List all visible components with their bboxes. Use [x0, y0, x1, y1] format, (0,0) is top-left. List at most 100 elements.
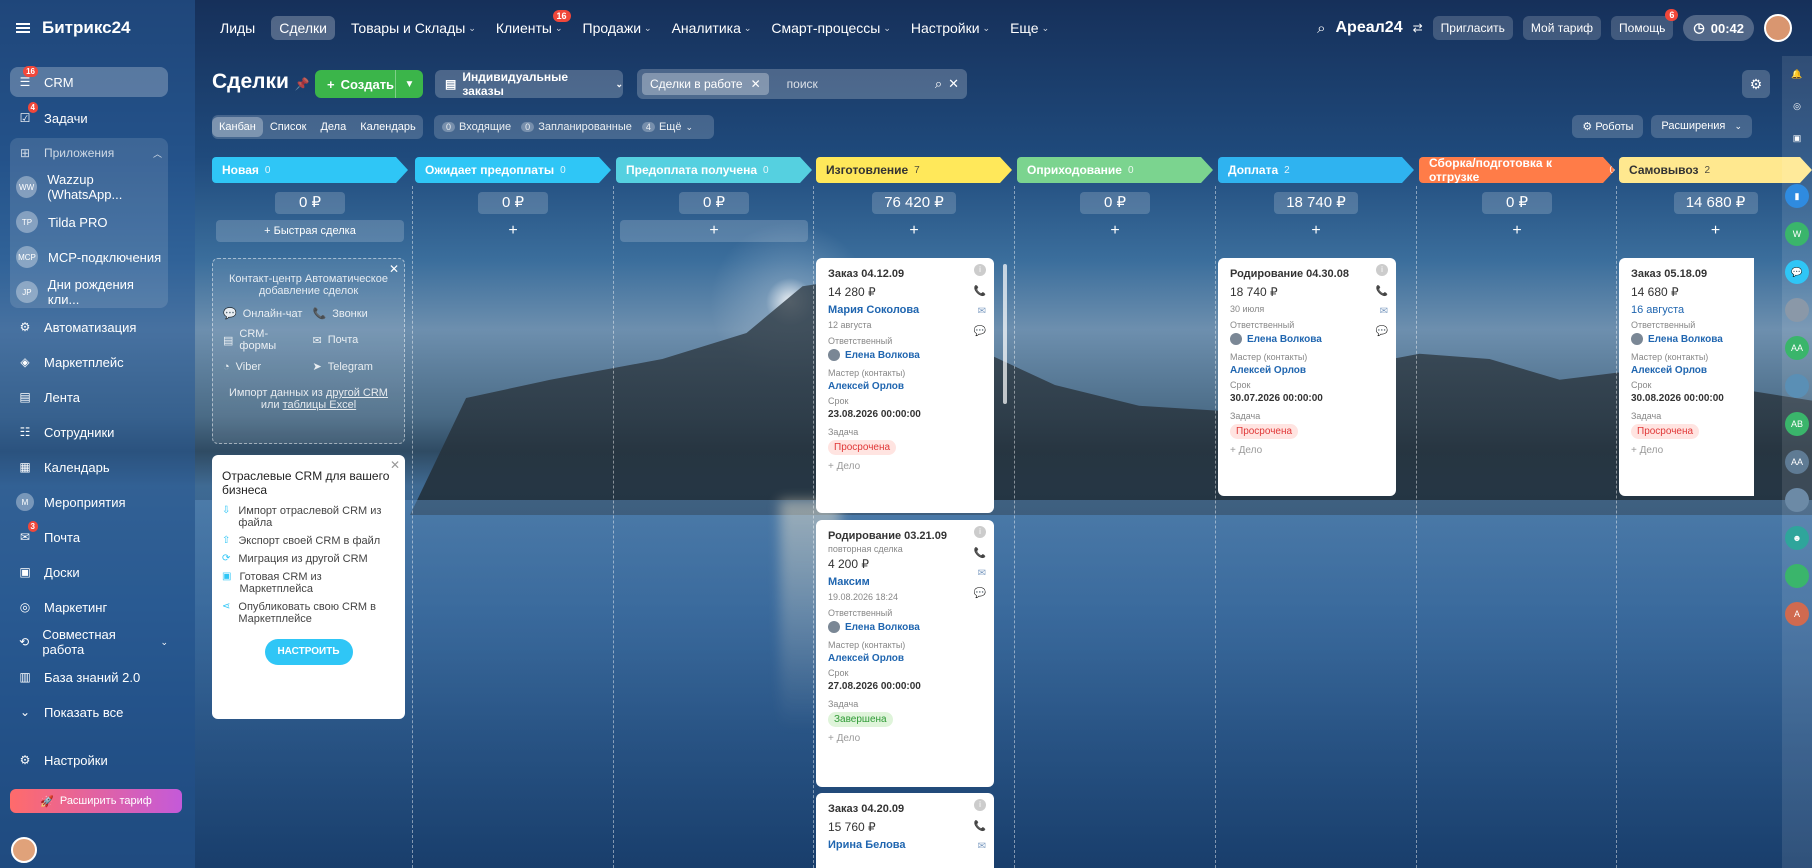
chat-icon[interactable]: 💬 — [974, 326, 986, 337]
channel-calls[interactable]: 📞 Звонки — [313, 307, 395, 321]
phone-icon[interactable]: 📞 — [1376, 286, 1388, 297]
promo2-item[interactable]: ⟳ Миграция из другой CRM — [222, 553, 395, 565]
counter-incoming[interactable]: 0 Входящие — [442, 121, 511, 133]
info-icon[interactable]: i — [974, 264, 986, 276]
add-deal-button[interactable]: + — [1218, 220, 1414, 242]
import-excel-link[interactable]: таблицы Excel — [283, 399, 357, 411]
help-button[interactable]: Помощь 6 — [1611, 9, 1679, 40]
rail-avatar[interactable]: W — [1785, 222, 1809, 246]
info-icon[interactable]: i — [974, 799, 986, 811]
rail-avatar[interactable]: АВ — [1785, 412, 1809, 436]
robots-button[interactable]: ⚙ Роботы — [1572, 115, 1644, 138]
nav-leads[interactable]: Лиды — [220, 20, 255, 36]
add-deal-button[interactable]: + — [620, 220, 808, 242]
nav-settings[interactable]: Настройки ⌄ — [911, 20, 990, 36]
mail-icon[interactable]: ✉ — [978, 841, 986, 852]
search-icon[interactable]: ⌕ — [935, 76, 942, 92]
rail-avatar-photo[interactable] — [1785, 488, 1809, 512]
mail-icon[interactable]: ✉ — [978, 306, 986, 317]
column-header[interactable]: Новая 0 — [212, 157, 408, 183]
bell-icon[interactable]: 🔔 — [1785, 62, 1809, 86]
deal-responsible[interactable]: Елена Волкова — [1631, 333, 1742, 345]
column-scrollbar[interactable] — [1003, 264, 1007, 404]
column-header[interactable]: Предоплата получена 0 — [616, 157, 812, 183]
nav-analytics[interactable]: Аналитика ⌄ — [672, 20, 752, 36]
nav-smart-processes[interactable]: Смарт-процессы ⌄ — [771, 20, 890, 36]
add-deal-button[interactable]: + — [816, 220, 1012, 242]
search-input[interactable]: поиск — [787, 77, 935, 91]
view-activities[interactable]: Дела — [313, 117, 353, 137]
bot-icon[interactable]: ☻ — [1785, 526, 1809, 550]
settings-gear-button[interactable]: ⚙ — [1742, 70, 1770, 98]
pin-icon[interactable]: 📌 — [295, 77, 310, 91]
add-activity-button[interactable]: + Дело — [1230, 445, 1384, 456]
deal-card[interactable]: i 📞 ✉ Заказ 04.20.09 15 760 ₽ Ирина Бело… — [816, 793, 994, 868]
sidebar-item-collab[interactable]: ⟲ Совместная работа ⌄ — [10, 627, 168, 657]
sidebar-item-feed[interactable]: ▤ Лента — [10, 382, 168, 412]
bookmark-icon[interactable]: ▮ — [1785, 184, 1809, 208]
promo2-item[interactable]: ⇩ Импорт отраслевой CRM из файла — [222, 505, 395, 529]
phone-icon[interactable]: 📞 — [974, 286, 986, 297]
info-icon[interactable]: i — [974, 526, 986, 538]
counter-more[interactable]: 4 Ещё ⌄ — [641, 121, 693, 133]
deal-responsible[interactable]: Елена Волкова — [828, 621, 982, 633]
deal-card[interactable]: Заказ 05.18.09 14 680 ₽ 16 августа Ответ… — [1619, 258, 1754, 496]
rail-avatar[interactable]: АА — [1785, 336, 1809, 360]
copilot-icon[interactable]: ◎ — [1785, 94, 1809, 118]
add-activity-button[interactable]: + Дело — [828, 461, 982, 472]
deal-master[interactable]: Алексей Орлов — [1631, 365, 1742, 376]
nav-deals[interactable]: Сделки — [271, 16, 335, 40]
configure-button[interactable]: НАСТРОИТЬ — [264, 639, 353, 665]
sidebar-item-apps[interactable]: ⊞ Приложения ︿ — [10, 138, 168, 168]
view-kanban[interactable]: Канбан — [212, 117, 263, 137]
add-deal-button[interactable]: + — [415, 220, 611, 242]
sidebar-item-mcp[interactable]: MCP MCP-подключения — [10, 242, 168, 272]
deal-title[interactable]: Родирование 03.21.09 — [828, 530, 982, 542]
portal-name[interactable]: Ареал24 — [1336, 19, 1403, 37]
mail-icon[interactable]: ✉ — [1380, 306, 1388, 317]
rail-avatar-photo[interactable] — [1785, 564, 1809, 588]
column-header[interactable]: Ожидает предоплаты 0 — [415, 157, 611, 183]
sidebar-item-calendar[interactable]: ▦ Календарь — [10, 452, 168, 482]
add-deal-button[interactable]: + — [1017, 220, 1213, 242]
sidebar-item-automation[interactable]: ⚙ Автоматизация — [10, 312, 168, 342]
deal-card[interactable]: i 📞 ✉ 💬 Родирование 04.30.08 18 740 ₽ 30… — [1218, 258, 1396, 496]
menu-icon[interactable] — [16, 23, 30, 33]
phone-icon[interactable]: 📞 — [974, 548, 986, 559]
create-button[interactable]: + Создать ▼ — [315, 70, 423, 98]
deal-date-link[interactable]: 16 августа — [1631, 304, 1742, 316]
info-icon[interactable]: i — [1376, 264, 1388, 276]
rail-avatar[interactable]: А — [1785, 602, 1809, 626]
search-icon[interactable]: ⌕ — [1317, 20, 1325, 37]
sidebar-item-marketing[interactable]: ◎ Маркетинг — [10, 592, 168, 622]
column-header[interactable]: Изготовление 7 — [816, 157, 1012, 183]
invite-button[interactable]: Пригласить — [1432, 16, 1513, 40]
deal-contact[interactable]: Мария Соколова — [828, 304, 982, 316]
chat-icon[interactable]: 💬 — [974, 588, 986, 599]
deal-card[interactable]: i 📞 ✉ 💬 Заказ 04.12.09 14 280 ₽ Мария Со… — [816, 258, 994, 513]
deal-title[interactable]: Заказ 05.18.09 — [1631, 268, 1742, 280]
sidebar-item-tasks[interactable]: ☑ 4 Задачи — [10, 102, 168, 133]
add-activity-button[interactable]: + Дело — [1631, 445, 1742, 456]
add-deal-button[interactable]: + — [1419, 220, 1615, 242]
category-selector[interactable]: ▤ Индивидуальные заказы ⌄ — [435, 70, 623, 98]
profile-avatar[interactable] — [1764, 14, 1792, 42]
deal-contact[interactable]: Ирина Белова — [828, 839, 982, 851]
channel-mail[interactable]: ✉ Почта — [313, 328, 395, 352]
import-crm-link[interactable]: другой CRM — [326, 387, 388, 399]
tariff-button[interactable]: Мой тариф — [1522, 16, 1602, 40]
phone-icon[interactable]: 📞 — [974, 821, 986, 832]
scan-icon[interactable]: ▣ — [1785, 126, 1809, 150]
worktime-timer[interactable]: ◷ 00:42 — [1683, 15, 1754, 41]
promo2-item[interactable]: ⇧ Экспорт своей CRM в файл — [222, 535, 395, 547]
deal-title[interactable]: Заказ 04.20.09 — [828, 803, 982, 815]
sidebar-item-knowledge[interactable]: ▥ База знаний 2.0 — [10, 662, 168, 692]
view-calendar[interactable]: Календарь — [353, 117, 423, 137]
channel-forms[interactable]: ▤ CRM-формы — [223, 328, 305, 352]
channel-viber[interactable]: ◔ Viber — [223, 360, 305, 373]
rail-avatar-photo[interactable] — [1785, 298, 1809, 322]
chat-icon[interactable]: 💬 — [1376, 326, 1388, 337]
sidebar-item-crm[interactable]: ☰ 16 CRM — [10, 66, 168, 97]
deal-master[interactable]: Алексей Орлов — [1230, 365, 1384, 376]
deal-master[interactable]: Алексей Орлов — [828, 381, 982, 392]
